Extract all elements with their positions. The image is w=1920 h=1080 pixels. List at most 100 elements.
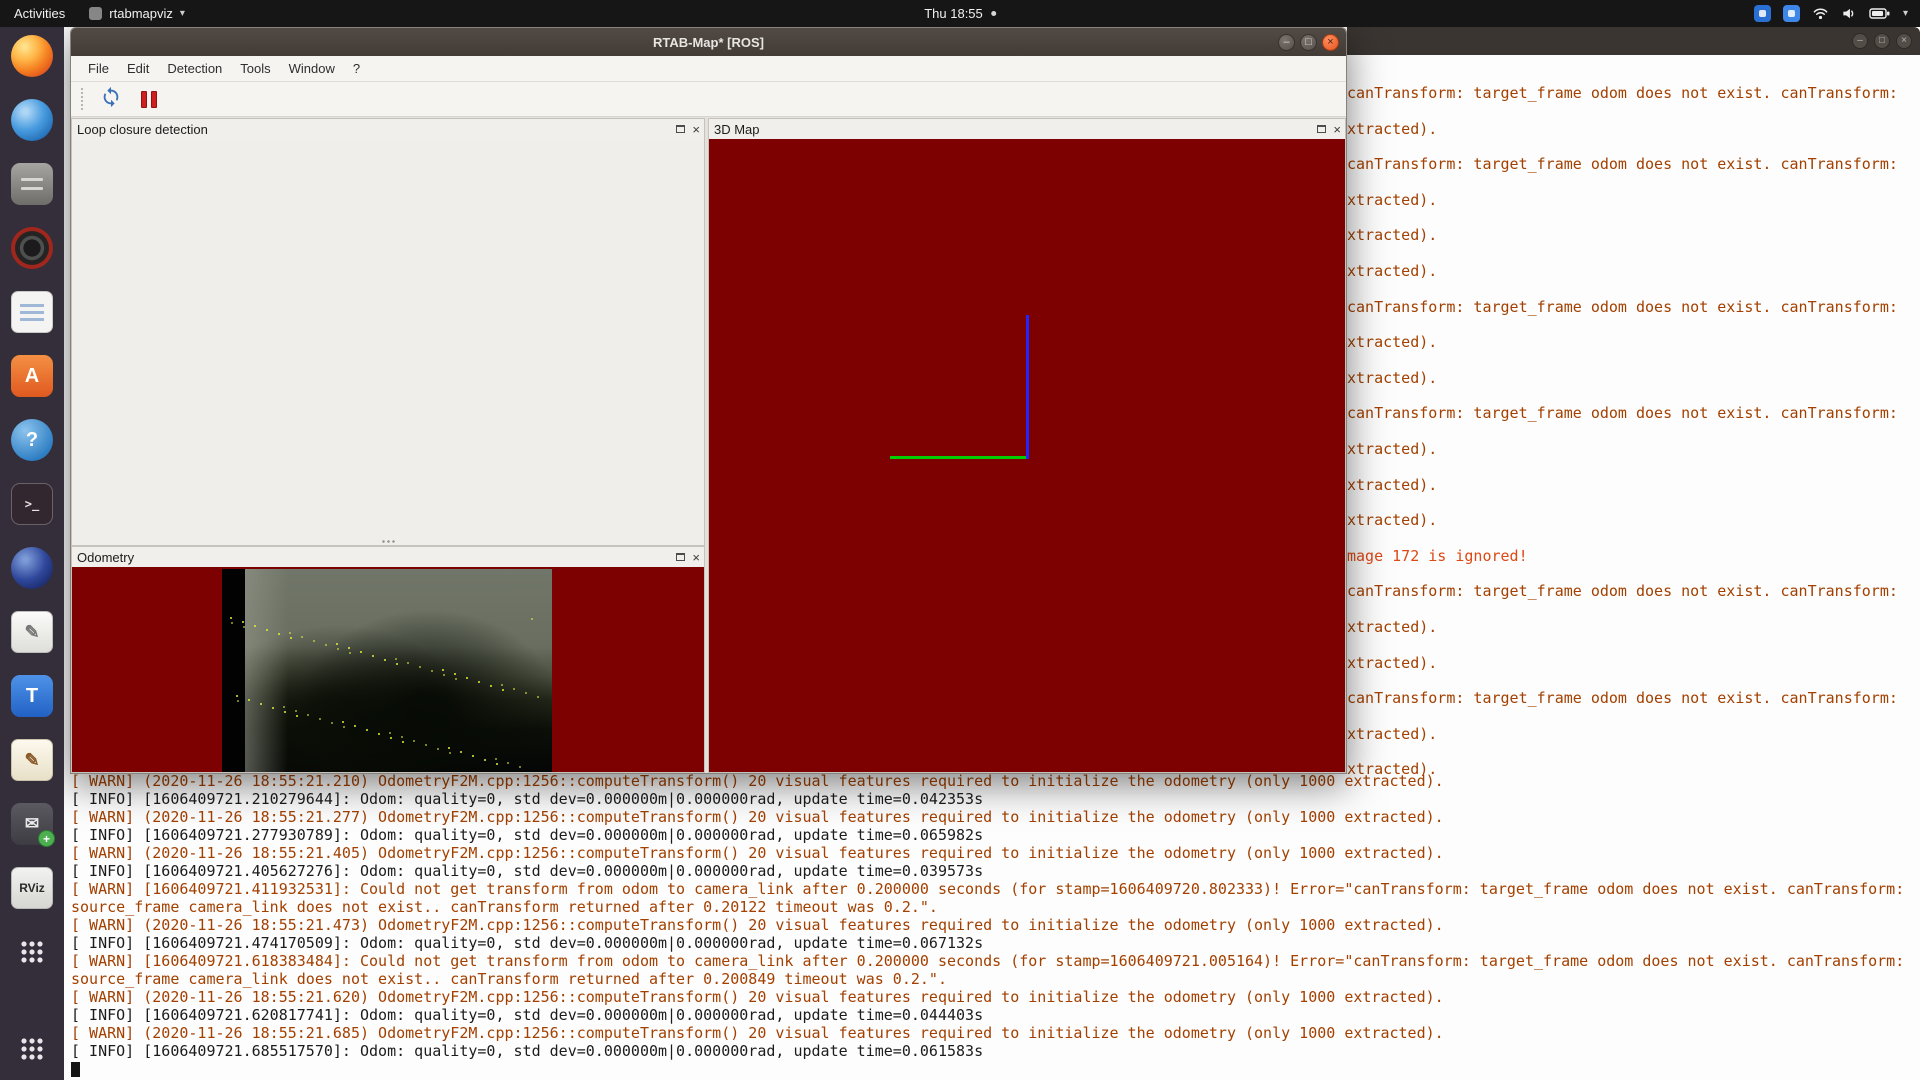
feature-dot-icon: [237, 700, 239, 702]
terminal-line-fragment: xtracted).: [1347, 618, 1437, 636]
menu-tools[interactable]: Tools: [231, 57, 279, 80]
feature-dot-icon: [442, 669, 444, 671]
terminal-line: [ WARN] (2020-11-26 18:55:21.473) Odomet…: [71, 916, 1913, 934]
panel-float-button[interactable]: [676, 125, 685, 133]
refresh-button[interactable]: [97, 85, 125, 113]
rtabmap-window: RTAB-Map* [ROS] –□× FileEditDetectionToo…: [70, 27, 1347, 774]
terminal-close-button[interactable]: ×: [1896, 33, 1912, 49]
dock-item-camera-lens[interactable]: [9, 225, 55, 271]
panel-float-button[interactable]: [1317, 125, 1326, 133]
pause-button[interactable]: [135, 85, 163, 113]
feature-dot-icon: [313, 640, 315, 642]
panel-float-button[interactable]: [676, 553, 685, 561]
terminal-line-fragment: xtracted).: [1347, 120, 1437, 138]
feature-dot-icon: [419, 666, 421, 668]
rviz-label: RViz: [19, 881, 45, 895]
dock-item-ubuntu-software[interactable]: A: [9, 353, 55, 399]
app-indicator-1-icon[interactable]: [1754, 5, 1771, 22]
panel-odometry-titlebar[interactable]: Odometry ×: [72, 547, 704, 567]
feature-dot-icon: [407, 662, 409, 664]
feature-dot-icon: [289, 632, 291, 634]
dock-item-text-editor[interactable]: ✎: [9, 609, 55, 655]
menu-help[interactable]: ?: [344, 57, 369, 80]
terminal-minimize-button[interactable]: –: [1852, 33, 1868, 49]
terminal-line-fragment: xtracted).: [1347, 725, 1437, 743]
dock-item-writer[interactable]: [9, 289, 55, 335]
dock-item-terminal[interactable]: >_: [9, 481, 55, 527]
panel-close-button[interactable]: ×: [692, 551, 700, 564]
menu-window[interactable]: Window: [280, 57, 344, 80]
dock-item-mail[interactable]: ✉+: [9, 801, 55, 847]
activities-button[interactable]: Activities: [0, 0, 79, 27]
dock-item-thunderbird[interactable]: [9, 97, 55, 143]
menu-detection[interactable]: Detection: [158, 57, 231, 80]
blue-t-label: T: [26, 685, 38, 708]
dock-item-sphere[interactable]: [9, 545, 55, 591]
grid-dots-icon: [20, 940, 44, 964]
dock-item-firefox[interactable]: [9, 33, 55, 79]
terminal-cursor: [71, 1062, 80, 1077]
dock-item-rviz[interactable]: RViz: [9, 865, 55, 911]
dock-item-app-grid[interactable]: [9, 929, 55, 975]
clock-button[interactable]: Thu 18:55: [924, 0, 996, 27]
dock-item-notes[interactable]: ✎: [9, 737, 55, 783]
system-tray[interactable]: ▾: [1750, 0, 1912, 27]
odometry-view[interactable]: [72, 567, 704, 772]
feature-dot-icon: [230, 617, 232, 619]
feature-dot-icon: [519, 766, 521, 768]
refresh-icon: [100, 86, 122, 113]
maximize-button[interactable]: □: [1300, 34, 1317, 51]
terminal-line-fragment: xtracted).: [1347, 369, 1437, 387]
feature-dot-icon: [413, 740, 415, 742]
feature-dot-icon: [443, 674, 445, 676]
map-3d-view[interactable]: [709, 139, 1345, 772]
dock-item-show-applications[interactable]: [9, 1026, 55, 1072]
feature-dot-icon: [402, 741, 404, 743]
close-button[interactable]: ×: [1322, 34, 1339, 51]
app-menu[interactable]: rtabmapviz ▾: [79, 0, 195, 27]
workspace: Loop closure detection × Odometry ×: [71, 117, 1346, 773]
dock-item-files[interactable]: [9, 161, 55, 207]
toolbar-handle[interactable]: [81, 88, 87, 110]
mail-icon: ✉+: [11, 803, 53, 845]
feature-dot-icon: [278, 633, 280, 635]
dock: A? >_ ✎ T ✎ ✉+ RViz: [0, 27, 64, 1080]
menu-file[interactable]: File: [79, 57, 118, 80]
panel-close-button[interactable]: ×: [692, 123, 700, 136]
splitter-handle[interactable]: [381, 540, 395, 543]
app-grid-icon: [11, 931, 53, 973]
axis-z-blue: [1026, 315, 1029, 459]
dock-item-blue-t[interactable]: T: [9, 673, 55, 719]
minimize-button[interactable]: –: [1278, 34, 1295, 51]
panel-odometry: Odometry ×: [71, 546, 705, 773]
terminal-titlebar[interactable]: –□ ×: [1347, 27, 1920, 55]
top-bar: Activities rtabmapviz ▾ Thu 18:55: [0, 0, 1920, 27]
terminal-maximize-button[interactable]: □: [1874, 33, 1890, 49]
feature-dot-icon: [284, 711, 286, 713]
feature-dot-icon: [490, 685, 492, 687]
panel-3dmap-titlebar[interactable]: 3D Map ×: [709, 119, 1345, 139]
feature-dot-icon: [343, 726, 345, 728]
feature-dot-icon: [448, 747, 450, 749]
feature-dot-icon: [325, 644, 327, 646]
panel-loop-titlebar[interactable]: Loop closure detection ×: [72, 119, 704, 139]
panel-close-button[interactable]: ×: [1333, 123, 1341, 136]
feature-dot-icon: [390, 737, 392, 739]
terminal-line-fragment: xtracted).: [1347, 262, 1437, 280]
window-titlebar[interactable]: RTAB-Map* [ROS] –□×: [71, 28, 1346, 56]
terminal-line: [ WARN] (2020-11-26 18:55:21.405) Odomet…: [71, 844, 1913, 862]
feature-dot-icon: [396, 663, 398, 665]
terminal-line: [ WARN] (2020-11-26 18:55:21.685) Odomet…: [71, 1024, 1913, 1042]
app-indicator-2-icon[interactable]: [1783, 5, 1800, 22]
terminal-line-fragment: xtracted).: [1347, 226, 1437, 244]
float-icon: [676, 125, 685, 133]
feature-dot-icon: [283, 706, 285, 708]
terminal-line: [ INFO] [1606409721.405627276]: Odom: qu…: [71, 862, 1913, 880]
toolbar: [71, 82, 1346, 117]
terminal-line-fragment: canTransform: target_frame odom does not…: [1347, 689, 1898, 707]
menu-edit[interactable]: Edit: [118, 57, 158, 80]
terminal-line: [ INFO] [1606409721.620817741]: Odom: qu…: [71, 1006, 1913, 1024]
terminal-line-fragment: xtracted).: [1347, 440, 1437, 458]
dock-item-help[interactable]: ?: [9, 417, 55, 463]
terminal-output-bottom[interactable]: [ WARN] (2020-11-26 18:55:21.210) Odomet…: [64, 772, 1913, 1077]
